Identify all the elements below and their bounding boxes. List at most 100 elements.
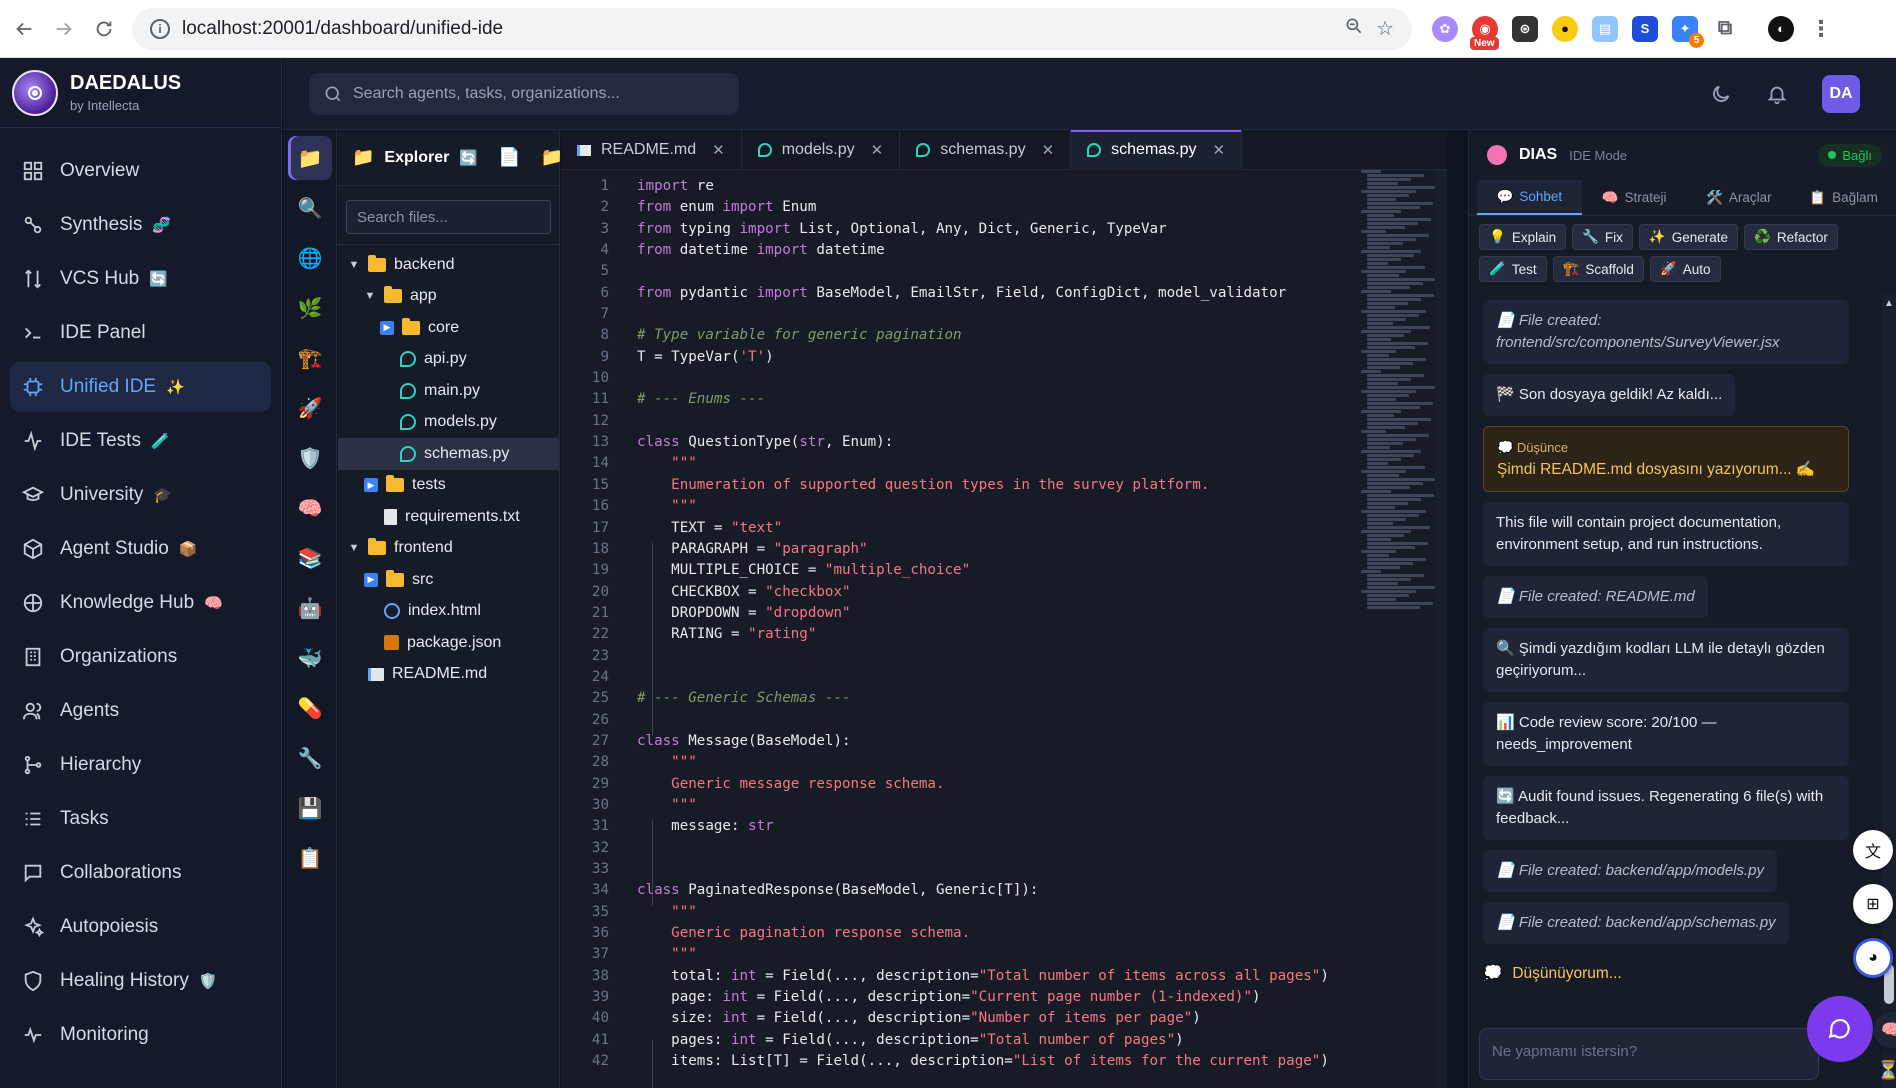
activity-item-icon[interactable]: 🧠	[288, 486, 332, 530]
file-tree-item[interactable]: ▶ src	[338, 564, 559, 596]
file-tree-item[interactable]: index.html	[338, 596, 559, 628]
open-chat-button[interactable]	[1807, 996, 1873, 1062]
file-tree-item[interactable]: ▶ core	[338, 312, 559, 344]
sidebar-item-ide-tests[interactable]: IDE Tests 🧪	[10, 416, 271, 466]
editor-tab[interactable]: schemas.py ✕	[900, 130, 1072, 170]
sidebar-item-agent-studio[interactable]: Agent Studio 📦	[10, 524, 271, 574]
new-folder-icon[interactable]: 📁	[540, 147, 562, 168]
search-input[interactable]	[353, 84, 733, 103]
sidebar-item-healing-history[interactable]: Healing History 🛡️	[10, 956, 271, 1006]
sidebar-item-autopoiesis[interactable]: Autopoiesis	[10, 902, 271, 952]
editor-scrollbar[interactable]	[1435, 170, 1447, 1088]
dias-input-box[interactable]	[1479, 1028, 1819, 1080]
dark-mode-moon-icon[interactable]	[1710, 83, 1732, 105]
brain-fab-icon[interactable]: 🧠	[1873, 1012, 1896, 1048]
file-tree-item[interactable]: ▼ app	[338, 281, 559, 313]
explain-button[interactable]: 💡 Explain	[1479, 224, 1567, 250]
zoom-icon[interactable]	[1344, 16, 1364, 42]
sidebar-item-hierarchy[interactable]: Hierarchy	[10, 740, 271, 790]
extensions-puzzle-icon[interactable]: ⧉	[1712, 16, 1738, 42]
activity-item-icon[interactable]: 🌿	[288, 286, 332, 330]
site-info-icon[interactable]: i	[150, 18, 170, 39]
close-tab-icon[interactable]: ✕	[1042, 141, 1055, 159]
file-tree-item[interactable]: ▼ backend	[338, 249, 559, 281]
url-text[interactable]: localhost:20001/dashboard/unified-ide	[182, 18, 1332, 40]
brand[interactable]: DAEDALUS by Intellecta	[0, 58, 281, 128]
file-tree-item[interactable]: package.json	[338, 627, 559, 659]
extension-yellow-icon[interactable]: ●	[1552, 15, 1578, 42]
extension-puzzle-blue-icon[interactable]: ✦ 5	[1672, 15, 1704, 48]
scaffold-button[interactable]: 🏗️ Scaffold	[1552, 256, 1644, 282]
refactor-button[interactable]: ♻️ Refactor	[1744, 224, 1838, 250]
file-tree-item[interactable]: README.md	[338, 659, 559, 691]
activity-item-icon[interactable]: 📁	[288, 136, 332, 180]
activity-item-icon[interactable]: 📋	[288, 836, 332, 880]
file-search-input[interactable]	[357, 208, 537, 226]
translate-icon[interactable]: 文	[1853, 830, 1893, 870]
close-tab-icon[interactable]: ✕	[712, 141, 725, 159]
editor-tab[interactable]: README.md ✕	[561, 130, 742, 170]
profile-avatar-icon[interactable]: ◐	[1768, 15, 1794, 42]
sidebar-item-organizations[interactable]: Organizations	[10, 632, 271, 682]
extension-s-icon[interactable]: S	[1632, 15, 1658, 42]
sidebar-item-ide-panel[interactable]: IDE Panel	[10, 308, 271, 358]
extension-brain-icon[interactable]: ✿	[1432, 15, 1458, 42]
apps-grid-icon[interactable]: ⊞	[1853, 884, 1893, 924]
global-search[interactable]	[309, 72, 739, 115]
sidebar-item-monitoring[interactable]: Monitoring	[10, 1010, 271, 1060]
close-tab-icon[interactable]: ✕	[871, 141, 884, 159]
sidebar-item-university[interactable]: University 🎓	[10, 470, 271, 520]
dias-tab-araçlar[interactable]: 🛠️ Araçlar	[1687, 180, 1792, 215]
activity-item-icon[interactable]: 📚	[288, 536, 332, 580]
user-avatar[interactable]: DA	[1822, 74, 1860, 113]
activity-item-icon[interactable]: 💊	[288, 686, 332, 730]
minimap[interactable]	[1361, 170, 1436, 690]
notifications-bell-icon[interactable]	[1766, 83, 1788, 105]
close-tab-icon[interactable]: ✕	[1213, 141, 1226, 159]
file-tree-item[interactable]: main.py	[338, 375, 559, 407]
activity-item-icon[interactable]: 🤖	[288, 586, 332, 630]
generate-button[interactable]: ✨ Generate	[1638, 224, 1739, 250]
file-tree-item[interactable]: models.py	[338, 407, 559, 439]
sidebar-item-overview[interactable]: Overview	[10, 146, 271, 196]
dias-tab-strateji[interactable]: 🧠 Strateji	[1582, 180, 1687, 215]
sidebar-item-unified-ide[interactable]: Unified IDE ✨	[10, 362, 271, 412]
new-file-icon[interactable]: 📄	[498, 147, 520, 168]
auto-button[interactable]: 🚀 Auto	[1649, 256, 1721, 282]
extension-doc-icon[interactable]: ▤	[1592, 15, 1618, 42]
code-area[interactable]: 1 import re 2 from enum import Enum 3 from ty…	[561, 176, 1361, 1072]
sidebar-item-vcs-hub[interactable]: VCS Hub 🔄	[10, 254, 271, 304]
refresh-icon[interactable]: 🔄	[459, 149, 478, 167]
activity-item-icon[interactable]: 🌐	[288, 236, 332, 280]
file-tree-item[interactable]: ▼ frontend	[338, 533, 559, 565]
file-tree-item[interactable]: requirements.txt	[338, 501, 559, 533]
dias-prompt-input[interactable]	[1492, 1043, 1792, 1060]
forward-icon[interactable]	[44, 9, 84, 49]
bookmark-star-icon[interactable]: ☆	[1376, 16, 1394, 41]
sidebar-item-knowledge-hub[interactable]: Knowledge Hub 🧠	[10, 578, 271, 628]
back-icon[interactable]	[4, 9, 44, 49]
activity-item-icon[interactable]: 💾	[288, 786, 332, 830]
activity-item-icon[interactable]: 🏗️	[288, 336, 332, 380]
dias-tab-sohbet[interactable]: 💬 Sohbet	[1477, 180, 1582, 215]
sidebar-item-synthesis[interactable]: Synthesis 🧬	[10, 200, 271, 250]
address-bar[interactable]: i localhost:20001/dashboard/unified-ide …	[132, 7, 1412, 50]
activity-item-icon[interactable]: 🐳	[288, 636, 332, 680]
test-button[interactable]: 🧪 Test	[1479, 256, 1547, 282]
dias-tab-bağlam[interactable]: 📋 Bağlam	[1791, 180, 1896, 215]
activity-item-icon[interactable]: 🛡️	[288, 436, 332, 480]
file-tree-item[interactable]: ▶ tests	[338, 470, 559, 502]
editor-tab[interactable]: models.py ✕	[742, 130, 901, 170]
extension-new-icon[interactable]: ◉ New	[1470, 15, 1499, 50]
file-tree-item[interactable]: api.py	[338, 344, 559, 376]
assistant-bot-icon[interactable]: ◕	[1853, 938, 1893, 978]
sidebar-item-agents[interactable]: Agents	[10, 686, 271, 736]
sidebar-item-tasks[interactable]: Tasks	[10, 794, 271, 844]
browser-menu-icon[interactable]: ⋮	[1808, 16, 1834, 42]
extension-openai-icon[interactable]: ⊛	[1512, 15, 1538, 42]
activity-item-icon[interactable]: 🔧	[288, 736, 332, 780]
activity-item-icon[interactable]: 🚀	[288, 386, 332, 430]
file-search[interactable]	[346, 200, 551, 234]
reload-icon[interactable]	[84, 9, 124, 49]
scroll-up-arrow-icon[interactable]: ▲	[1884, 298, 1894, 309]
